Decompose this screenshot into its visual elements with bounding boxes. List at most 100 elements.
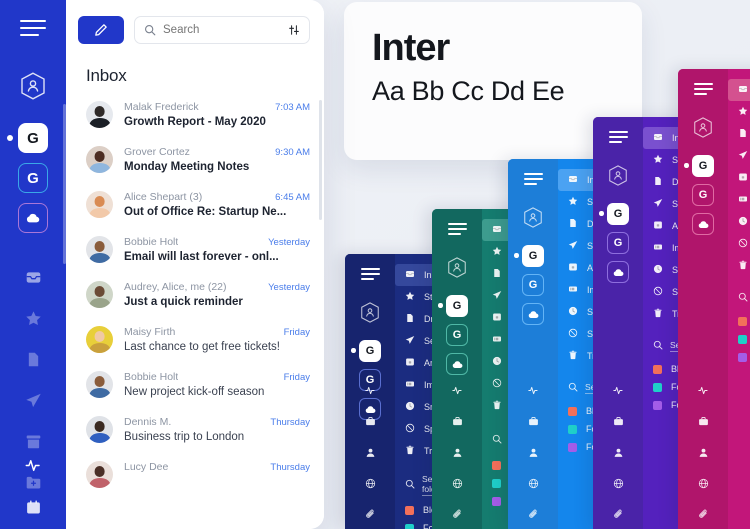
archive-icon[interactable] (25, 433, 42, 455)
search-icon (492, 431, 502, 449)
account-google-primary[interactable]: G (522, 245, 544, 267)
briefcase-icon[interactable] (613, 414, 624, 432)
user-icon[interactable] (698, 445, 709, 463)
search-folder-row[interactable]: Search folder (728, 284, 750, 312)
snoozed-icon (492, 356, 502, 368)
nav-item-trash[interactable]: Trash (728, 255, 750, 277)
message-row[interactable]: Malak Frederick 7:03 AM Growth Report - Ma… (66, 92, 324, 137)
list-scrollbar[interactable] (319, 100, 322, 220)
hamburger-icon[interactable] (693, 83, 713, 95)
account-google-primary[interactable]: G (692, 155, 714, 177)
hex-profile-icon[interactable] (360, 302, 380, 328)
nav-item-starred[interactable]: Starred (728, 101, 750, 123)
account-cloud[interactable] (18, 203, 48, 233)
account-cloud[interactable] (446, 353, 468, 375)
activity-icon[interactable] (527, 383, 539, 401)
briefcase-icon[interactable] (452, 414, 463, 432)
message-sender: Dennis M. (124, 416, 172, 428)
activity-icon[interactable] (451, 383, 463, 401)
search-input[interactable] (163, 24, 281, 36)
star-icon[interactable] (25, 310, 42, 332)
account-google-secondary[interactable]: G (607, 232, 629, 254)
paperclip-icon[interactable] (452, 507, 463, 525)
calendar-icon[interactable] (25, 499, 42, 521)
user-icon[interactable] (365, 445, 376, 463)
account-google-secondary[interactable]: G (446, 324, 468, 346)
globe-icon[interactable] (452, 476, 463, 494)
search-bar[interactable] (134, 16, 310, 44)
folder-item-folder-2[interactable]: Folder 2 (728, 348, 750, 366)
paperclip-icon[interactable] (528, 507, 539, 525)
nav-item-archived[interactable]: Archived (728, 167, 750, 189)
theme-panel[interactable]: GG InboxStarredDraftsSentArchivedImportan… (678, 69, 750, 529)
hex-profile-icon[interactable] (693, 117, 713, 143)
account-switcher: G G (7, 123, 48, 233)
account-cloud[interactable] (522, 303, 544, 325)
inbox-icon[interactable] (25, 269, 42, 291)
user-icon[interactable] (452, 445, 463, 463)
globe-icon[interactable] (528, 476, 539, 494)
account-google-secondary[interactable]: G (18, 163, 48, 193)
compose-button[interactable] (78, 16, 124, 44)
message-row[interactable]: Bobbie Holt Yesterday Email will last fore… (66, 227, 324, 272)
paperclip-icon[interactable] (613, 507, 624, 525)
message-row[interactable]: Grover Cortez 9:30 AM Monday Meeting Notes (66, 137, 324, 182)
message-time: Friday (283, 372, 310, 383)
hex-profile-icon[interactable] (608, 165, 628, 191)
user-icon[interactable] (528, 445, 539, 463)
hex-profile-icon[interactable] (523, 207, 543, 233)
message-meta: Dennis M. Thursday Business trip to London (124, 416, 310, 443)
briefcase-icon[interactable] (528, 414, 539, 432)
nav-item-inbox[interactable]: Inbox (728, 79, 750, 101)
globe-icon[interactable] (613, 476, 624, 494)
account-google-primary[interactable]: G (607, 203, 629, 225)
inbox-icon (653, 132, 663, 144)
account-google-primary[interactable]: G (359, 340, 381, 362)
hamburger-icon[interactable] (523, 173, 543, 185)
activity-icon[interactable] (612, 383, 624, 401)
activity-icon[interactable] (25, 457, 42, 479)
activity-icon[interactable] (364, 383, 376, 401)
paperclip-icon[interactable] (365, 507, 376, 525)
account-cloud[interactable] (607, 261, 629, 283)
account-cloud[interactable] (692, 213, 714, 235)
send-icon[interactable] (25, 392, 42, 414)
account-google-secondary[interactable]: G (522, 274, 544, 296)
hamburger-icon[interactable] (608, 131, 628, 143)
message-list[interactable]: Malak Frederick 7:03 AM Growth Report - Ma… (66, 92, 324, 529)
message-row[interactable]: Maisy Firth Friday Last chance to get free… (66, 317, 324, 362)
account-google-primary[interactable]: G (446, 295, 468, 317)
file-icon[interactable] (25, 351, 42, 373)
account-switcher: GG (514, 245, 544, 325)
account-google-primary[interactable]: G (18, 123, 48, 153)
hex-profile-icon[interactable] (20, 72, 46, 105)
activity-icon[interactable] (697, 383, 709, 401)
message-row[interactable]: Alice Shepart (3) 6:45 AM Out of Office Re… (66, 182, 324, 227)
hamburger-icon[interactable] (20, 20, 46, 36)
hamburger-icon[interactable] (447, 223, 467, 235)
nav-item-spam[interactable]: Spam (728, 233, 750, 255)
hamburger-icon[interactable] (360, 268, 380, 280)
briefcase-icon[interactable] (365, 414, 376, 432)
globe-icon[interactable] (365, 476, 376, 494)
user-icon[interactable] (613, 445, 624, 463)
folder-color-swatch (738, 334, 747, 344)
paperclip-icon[interactable] (698, 507, 709, 525)
globe-icon[interactable] (698, 476, 709, 494)
briefcase-icon[interactable] (698, 414, 709, 432)
message-row[interactable]: Lucy Dee Thursday (66, 452, 324, 497)
folder-item-folder-1[interactable]: Folder 1 (728, 330, 750, 348)
message-row[interactable]: Bobbie Holt Friday New project kick-off se… (66, 362, 324, 407)
message-row[interactable]: Dennis M. Thursday Business trip to London (66, 407, 324, 452)
nav-item-important[interactable]: Important (728, 189, 750, 211)
message-row[interactable]: Audrey, Alice, me (22) Yesterday Just a qu… (66, 272, 324, 317)
folder-item-blocked[interactable]: Blocked (728, 312, 750, 330)
nav-item-snoozed[interactable]: Snoozed (728, 211, 750, 233)
sliders-icon[interactable] (288, 24, 300, 36)
nav-item-sent[interactable]: Sent (728, 145, 750, 167)
inbox-icon (568, 174, 578, 186)
account-google-secondary[interactable]: G (692, 184, 714, 206)
nav-item-drafts[interactable]: Drafts (728, 123, 750, 145)
star-icon (653, 154, 663, 166)
hex-profile-icon[interactable] (447, 257, 467, 283)
